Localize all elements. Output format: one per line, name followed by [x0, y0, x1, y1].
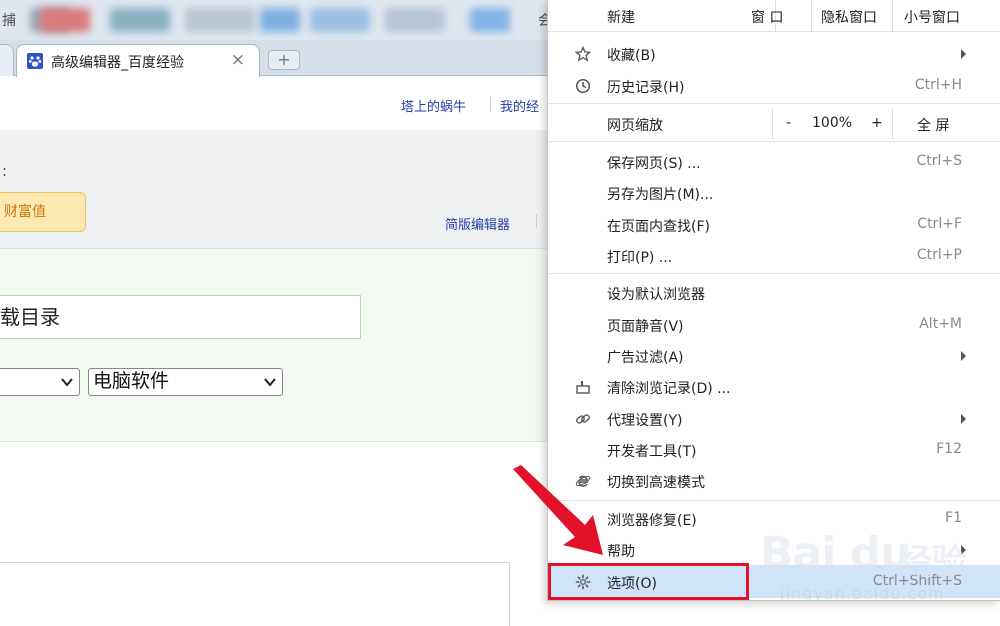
menu-item-label: 切换到高速模式: [607, 475, 705, 491]
new-small-window-button[interactable]: 小号窗口: [904, 7, 960, 27]
menu-item-label: 页面静音(V): [607, 319, 684, 335]
menu-item-label: 广告过滤(A): [607, 350, 684, 366]
form-panel: [0, 249, 560, 442]
menu-item-clear-history[interactable]: 清除浏览记录(D) ...: [548, 371, 1000, 402]
menu-divider: [811, 0, 812, 31]
blurred-bookmark[interactable]: [470, 8, 510, 32]
menu-item-save-page[interactable]: 保存网页(S) ... Ctrl+S: [548, 146, 1000, 177]
highlight-box: [548, 563, 749, 600]
menu-item-label: 浏览器修复(E): [607, 513, 697, 529]
menu-item-shortcut: Ctrl+H: [914, 77, 962, 93]
menu-separator: [548, 500, 1000, 501]
menu-item-shortcut: F12: [936, 441, 962, 457]
watermark-url: jingyan.baidu.com: [780, 584, 945, 603]
menu-item-label: 历史记录(H): [607, 80, 685, 96]
menu-item-shortcut: Ctrl+F: [917, 216, 962, 232]
menu-item-favorites[interactable]: 收藏(B): [548, 38, 1000, 69]
menu-item-proxy-settings[interactable]: 代理设置(Y): [548, 403, 1000, 434]
link-icon: [576, 414, 590, 424]
submenu-arrow-icon: [961, 49, 966, 59]
menu-separator: [548, 273, 1000, 274]
user-link[interactable]: 塔上的蜗牛: [401, 96, 466, 115]
menu-new-label: 新建: [607, 10, 635, 26]
zoom-out-button[interactable]: -: [786, 115, 791, 131]
category-select-value: 电脑软件: [93, 370, 170, 392]
baidu-watermark: Bai du 经验 jingyan.baidu.com: [760, 528, 990, 603]
new-tab-button[interactable]: +: [268, 50, 300, 70]
menu-item-print[interactable]: 打印(P) ... Ctrl+P: [548, 240, 1000, 271]
menu-item-label: 在页面内查找(F): [607, 219, 710, 235]
bookmark-text[interactable]: 捕: [2, 10, 16, 30]
watermark-logo: Bai du: [760, 528, 911, 579]
zoom-in-button[interactable]: +: [871, 115, 883, 131]
submenu-arrow-icon: [961, 414, 966, 424]
new-window-button[interactable]: 窗 口: [751, 7, 783, 27]
menu-item-developer-tools[interactable]: 开发者工具(T) F12: [548, 434, 1000, 465]
menu-item-shortcut: Ctrl+P: [916, 247, 962, 263]
link-divider: [536, 214, 537, 228]
tab-previous[interactable]: [0, 44, 14, 76]
menu-item-label: 设为默认浏览器: [607, 287, 705, 303]
header-label: :: [2, 162, 8, 180]
blurred-bookmark[interactable]: [310, 8, 370, 32]
fullscreen-button[interactable]: 全 屏: [917, 115, 949, 135]
menu-item-label: 收藏(B): [607, 48, 656, 64]
menu-item-history[interactable]: 历史记录(H) Ctrl+H: [548, 70, 1000, 101]
menu-item-shortcut: Alt+M: [919, 316, 962, 332]
blurred-bookmark[interactable]: [185, 8, 255, 32]
clock-icon: [575, 78, 591, 94]
menu-item-save-as-image[interactable]: 另存为图片(M)...: [548, 177, 1000, 208]
zoom-level: 100%: [812, 115, 853, 131]
menu-item-label: 打印(P) ...: [607, 250, 673, 266]
zoom-label: 网页缩放: [607, 118, 663, 134]
menu-item-high-speed-mode[interactable]: 切换到高速模式: [548, 465, 1000, 496]
menu-separator: [548, 103, 1000, 104]
menu-separator: [548, 141, 1000, 142]
tab-title: 高级编辑器_百度经验: [51, 55, 184, 71]
chevron-down-icon: [264, 378, 276, 387]
watermark-text: 经验: [898, 542, 966, 582]
my-experience-link[interactable]: 我的经: [500, 96, 539, 115]
new-incognito-window-button[interactable]: 隐私窗口: [821, 7, 877, 27]
menu-item-label: 保存网页(S) ...: [607, 156, 701, 172]
blurred-bookmark[interactable]: [260, 8, 300, 32]
menu-item-ad-filter[interactable]: 广告过滤(A): [548, 340, 1000, 371]
blurred-bookmark[interactable]: [385, 8, 445, 32]
close-tab-icon[interactable]: ×: [231, 50, 245, 70]
menu-item-find-in-page[interactable]: 在页面内查找(F) Ctrl+F: [548, 209, 1000, 240]
submenu-arrow-icon: [961, 351, 966, 361]
menu-divider: [892, 108, 893, 139]
blurred-bookmark[interactable]: [40, 8, 90, 32]
title-input[interactable]: 载目录: [0, 295, 361, 339]
menu-divider: [772, 108, 773, 139]
menu-item-shortcut: F1: [945, 510, 962, 526]
tab-active[interactable]: 高级编辑器_百度经验 ×: [16, 44, 260, 77]
wealth-button[interactable]: 财富值: [0, 192, 86, 232]
blurred-bookmark[interactable]: [110, 8, 170, 32]
menu-item-label: 另存为图片(M)...: [607, 187, 714, 203]
category-select-secondary[interactable]: 电脑软件: [88, 368, 283, 396]
menu-item-set-default[interactable]: 设为默认浏览器: [548, 277, 1000, 308]
nav-divider: [490, 97, 491, 111]
menu-item-label: 代理设置(Y): [607, 413, 683, 429]
simple-editor-link[interactable]: 简版编辑器: [445, 214, 510, 233]
category-select-primary[interactable]: [0, 368, 80, 396]
editor-content-area[interactable]: [0, 562, 510, 626]
baidu-paw-icon: [27, 53, 43, 69]
chevron-down-icon: [61, 378, 73, 387]
menu-item-label: 开发者工具(T): [607, 444, 697, 460]
annotation-arrow-icon: [513, 465, 603, 555]
menu-separator: [548, 31, 1000, 32]
menu-item-mute-page[interactable]: 页面静音(V) Alt+M: [548, 309, 1000, 340]
star-icon: [575, 46, 591, 62]
menu-divider: [892, 0, 893, 31]
eraser-icon: [576, 381, 590, 394]
menu-item-shortcut: Ctrl+S: [916, 153, 962, 169]
menu-item-label: 清除浏览记录(D) ...: [607, 381, 731, 397]
